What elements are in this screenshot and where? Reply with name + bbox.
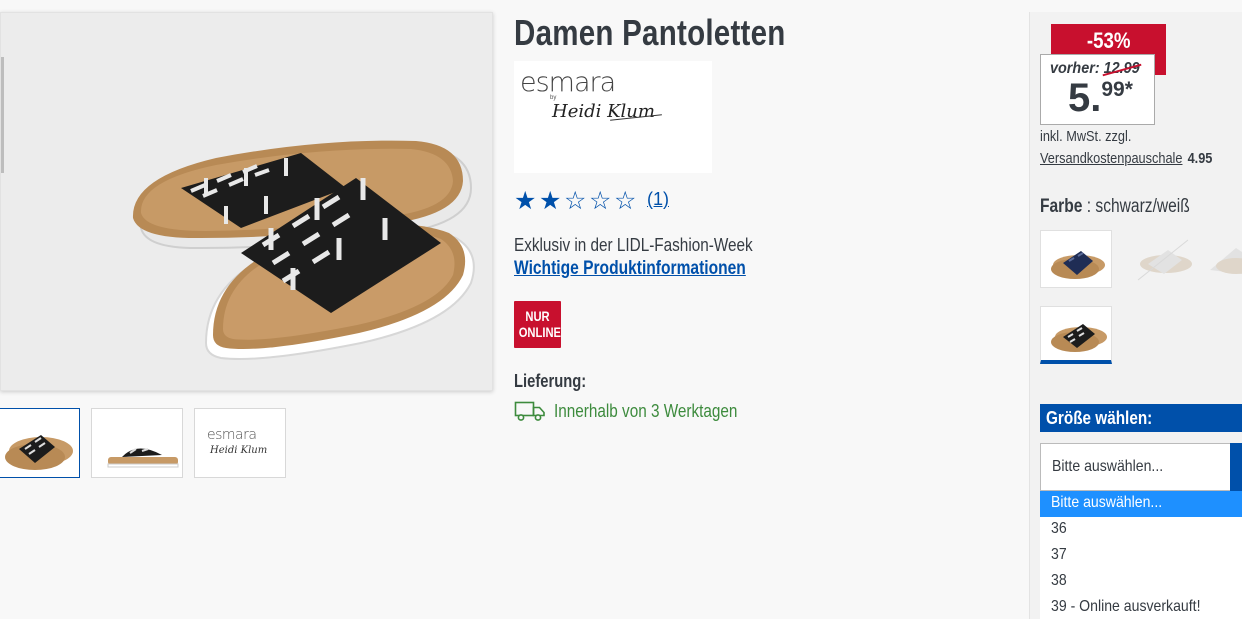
color-swatch-black-white[interactable] <box>1040 306 1112 364</box>
sandal-side-thumb-image <box>107 448 179 468</box>
rating-count-link[interactable]: (1) <box>647 187 669 211</box>
size-header: Größe wählen: <box>1040 404 1242 432</box>
shipping-amount: 4.95 <box>1187 150 1213 167</box>
main-product-image[interactable] <box>0 12 493 391</box>
dropdown-toggle-button[interactable] <box>1230 443 1242 491</box>
color-swatch-partial[interactable] <box>1206 230 1242 288</box>
thumbnail-2[interactable] <box>91 408 183 478</box>
delivery-label: Lieferung: <box>514 371 587 391</box>
shipping-cost-link[interactable]: Versandkostenpauschale <box>1040 150 1182 167</box>
truck-icon <box>514 401 545 421</box>
current-price: 5.99* <box>1068 78 1133 118</box>
brand-name: esmara <box>520 67 616 98</box>
star-filled-icon: ★ <box>539 186 562 215</box>
size-options-list: Bitte auswählen... 36 37 38 39 - Online … <box>1040 491 1242 619</box>
star-empty-icon: ☆ <box>614 186 637 215</box>
price-cents: 99* <box>1101 78 1133 101</box>
navy-sandal-image <box>1051 251 1105 279</box>
gallery-edge-tab[interactable] <box>1 57 4 173</box>
rating[interactable]: ★ ★ ☆ ☆ ☆ (1) <box>514 187 669 215</box>
color-value: schwarz/weiß <box>1095 196 1190 217</box>
old-price-label: vorher: <box>1050 60 1100 77</box>
online-badge-line2: ONLINE <box>518 324 562 340</box>
shipping-info: Versandkostenpauschale 4.95 <box>1040 150 1212 167</box>
thumb-brand-signature: Heidi Klum <box>210 445 268 456</box>
black-white-sandal-image <box>1051 324 1107 352</box>
star-filled-icon: ★ <box>514 186 537 215</box>
product-info-link[interactable]: Wichtige Produktinformationen <box>514 258 746 280</box>
star-empty-icon: ☆ <box>589 186 612 215</box>
color-label-key: Farbe <box>1040 196 1083 217</box>
sandal-image <box>132 140 475 360</box>
online-badge-line1: NUR <box>525 308 550 324</box>
size-dropdown[interactable]: Bitte auswählen... <box>1040 443 1242 491</box>
color-label: Farbe : schwarz/weiß <box>1040 196 1190 218</box>
thumbnail-3[interactable]: esmara Heidi Klum <box>194 408 286 478</box>
exclusive-note: Exklusiv in der LIDL-Fashion-Week <box>514 235 753 255</box>
size-selected-value: Bitte auswählen... <box>1052 458 1164 475</box>
online-only-badge: NUR ONLINE <box>514 301 561 348</box>
size-option[interactable]: 36 <box>1040 517 1242 543</box>
size-option[interactable]: Bitte auswählen... <box>1040 491 1242 517</box>
size-option[interactable]: 38 <box>1040 569 1242 595</box>
vat-note: inkl. MwSt. zzgl. <box>1040 128 1132 145</box>
thumbnail-1[interactable] <box>0 408 80 478</box>
color-label-separator: : <box>1082 196 1096 217</box>
thumb-brand-logo: esmara <box>207 427 257 443</box>
price-main: 5. <box>1068 76 1102 120</box>
color-swatch-navy[interactable] <box>1040 230 1112 288</box>
delivery-time: Innerhalb von 3 Werktagen <box>554 401 738 421</box>
brand-logo[interactable]: esmara by Heidi Klum <box>514 61 712 173</box>
sandal-thumb-image <box>5 435 73 470</box>
brand-signature: Heidi Klum <box>552 101 655 122</box>
silver-sandal-image <box>1137 239 1192 281</box>
old-price-value: 12.99 <box>1103 60 1140 77</box>
product-title: Damen Pantoletten <box>514 12 786 53</box>
color-swatch-silver[interactable] <box>1128 230 1200 288</box>
partial-sandal-image <box>1210 248 1242 274</box>
size-option[interactable]: 37 <box>1040 543 1242 569</box>
star-empty-icon: ☆ <box>564 186 587 215</box>
size-option[interactable]: 39 - Online ausverkauft! <box>1040 595 1242 619</box>
